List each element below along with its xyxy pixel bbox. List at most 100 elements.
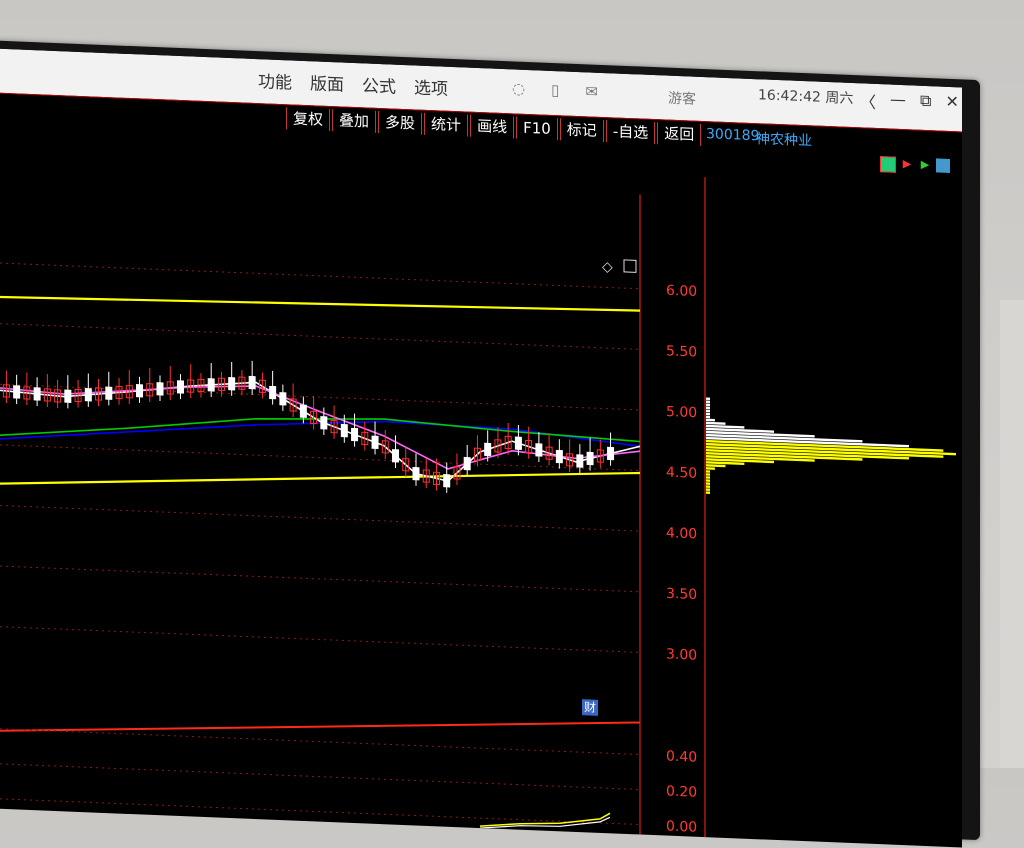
volume-profile-bar [706,470,710,473]
candle-body [371,435,379,450]
candle-body [514,436,522,450]
volume-profile-bar [706,421,726,425]
volume-profile-bar [706,403,710,407]
candle-body [351,427,359,442]
multi-stock-button[interactable]: 多股 [378,110,423,135]
candle-body [279,392,287,406]
price-gridline [0,504,640,532]
candle-body [586,451,594,466]
mail-icon[interactable]: ✉ [585,82,598,101]
candle-body [392,449,400,463]
price-gridline [0,565,640,593]
price-tick-label: 5.50 [666,343,697,360]
candle-body [13,385,21,399]
mark-button[interactable]: 标记 [559,118,604,143]
candle-body [535,443,543,457]
candle-body [156,382,164,396]
wall-edge [1000,300,1024,768]
volume-profile-bar [706,400,710,404]
app-window: 功能 版面 公式 选项 ◌ ▯ ✉ 游客 16:42:42 周六 〈 — ⧉ ✕… [0,48,962,848]
back-icon[interactable]: 〈 [860,88,876,113]
chat-icon[interactable]: ◌ [512,79,525,98]
restore-rights-button[interactable]: 复权 [286,107,331,132]
candle-body [576,454,584,468]
diamond-icon: ◇ [602,259,613,275]
price-gridline [0,262,640,290]
menu-item-layout[interactable]: 版面 [310,69,344,95]
draw-line-button[interactable]: 画线 [470,114,515,139]
volume-profile-bar [706,482,710,485]
menu-item-options[interactable]: 选项 [414,73,448,99]
candle-body [443,474,451,488]
time: 16:42:42 [758,87,821,106]
volume-profile-bar [706,409,710,413]
candle-body [269,385,277,400]
guest-label[interactable]: 游客 [668,88,696,109]
volume-profile-bar [706,488,710,491]
indicator-gridline [0,798,640,826]
volume-profile-bar [706,415,710,419]
candle-body [412,466,420,481]
menu-item-formula[interactable]: 公式 [362,71,396,97]
minimize-icon[interactable]: — [890,90,906,115]
candle-body [176,380,184,394]
overlay-button[interactable]: 叠加 [332,109,377,133]
indicator-tick-label: 0.40 [666,749,697,766]
f10-button[interactable]: F10 [516,116,558,141]
menu-items: 功能 版面 公式 选项 [258,67,448,100]
candle-body [105,386,113,400]
candle-body [555,449,563,464]
candle-body [484,442,492,457]
volume-profile-bar [706,467,715,470]
close-icon[interactable]: ✕ [945,92,958,117]
indicator-gridline [0,728,640,756]
candle-body [136,384,144,398]
restore-icon[interactable]: ⧉ [920,91,931,115]
stock-name: 神农种业 [756,131,812,150]
stock-code: 300189 [706,126,760,145]
menu-icons: ◌ ▯ ✉ [512,79,598,100]
series-line-ma-long [0,420,641,448]
statistics-button[interactable]: 统计 [424,112,469,137]
volume-profile-bar [706,397,710,401]
candle-body [228,377,236,391]
candle-body [463,456,471,471]
return-button[interactable]: 返回 [657,122,702,146]
candle-body [299,404,307,418]
price-tick-label: 6.00 [666,283,697,300]
series-line-trend-lower [0,471,641,485]
pane-divider [0,721,641,732]
candle-body [340,423,348,438]
price-gridline [0,626,640,653]
window-controls: 〈 — ⧉ ✕ [860,88,959,116]
price-tick-label: 3.00 [666,646,697,663]
candle-body [207,378,215,392]
price-gridline [0,444,640,472]
volume-profile-bar [706,485,710,488]
volume-profile-bar [706,412,710,416]
price-gridline [0,323,640,350]
candle-body [64,389,72,403]
phone-icon[interactable]: ▯ [551,81,559,99]
volume-profile-bar [706,464,726,468]
kline-chart[interactable]: 6.00 5.50 5.00 4.50 4.00 3.50 3.00 0.40 0.20 0.00… [0,119,962,848]
price-tick-label: 4.50 [666,465,697,482]
volume-profile-bar [706,406,710,410]
series-line-trend-upper [0,295,641,312]
remove-watchlist-button[interactable]: -自选 [605,120,656,145]
volume-profile-bar [706,479,710,482]
menu-item-function[interactable]: 功能 [258,67,292,93]
candle-body [248,375,256,390]
candle-body [320,416,328,430]
clock: 16:42:42 周六 [758,84,853,108]
price-tick-label: 3.50 [666,586,697,603]
monitor-frame: 功能 版面 公式 选项 ◌ ▯ ✉ 游客 16:42:42 周六 〈 — ⧉ ✕… [0,40,980,848]
volume-profile-bar [706,418,715,422]
volume-profile-bar [706,491,710,494]
candle-body [33,387,41,401]
panel-toggle-icon [623,259,637,273]
candle-body [607,446,615,461]
indicator-tick-label: 0.00 [666,819,697,836]
finance-badge[interactable]: 财 [582,699,598,716]
price-tick-label: 5.00 [666,404,697,421]
